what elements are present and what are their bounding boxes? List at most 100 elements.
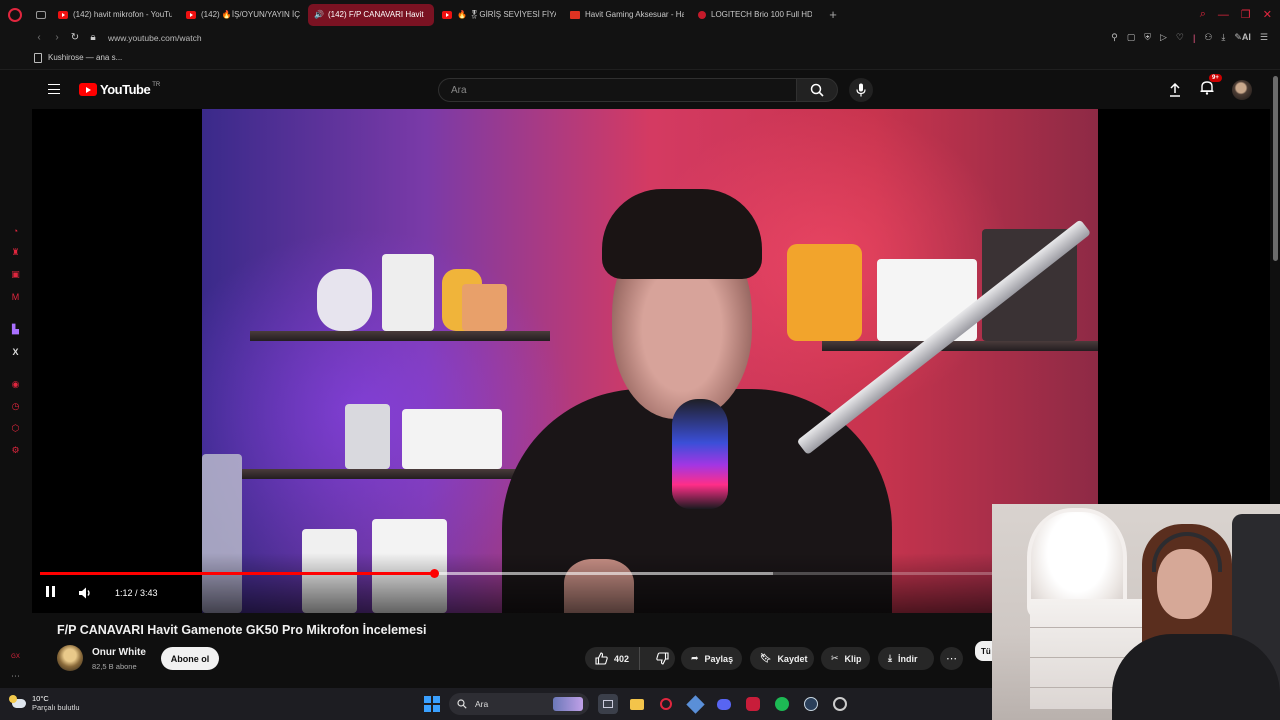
lock-icon: 🔒︎ xyxy=(90,32,96,43)
pause-icon xyxy=(46,584,58,602)
taskbar-search-label: Ara xyxy=(475,699,489,709)
subscriber-count: 82,5 B abone xyxy=(92,662,137,671)
opera-gx-logo-icon[interactable] xyxy=(0,0,30,29)
more-icon[interactable]: ⋯ xyxy=(9,670,22,683)
search-button[interactable] xyxy=(796,78,838,102)
download-button[interactable]: ⤓ İndir xyxy=(878,647,934,670)
browser-tab[interactable]: 🔥 🎖GİRİŞ SEVİYESİ FİYAT xyxy=(436,4,562,26)
hamburger-menu-icon[interactable] xyxy=(48,84,60,94)
account-avatar[interactable] xyxy=(1232,80,1252,100)
x-twitter-icon[interactable]: X xyxy=(9,345,22,358)
dislike-button[interactable] xyxy=(646,647,679,670)
video-frame[interactable] xyxy=(202,109,1098,613)
bell-icon xyxy=(1200,81,1214,95)
window-controls: ⌕ — ❐ ✕ xyxy=(1200,0,1272,29)
streamer-body xyxy=(1112,634,1280,720)
search-tabs-icon[interactable]: ⌕ xyxy=(1200,8,1206,21)
weather-condition: Parçalı bulutlu xyxy=(32,703,80,712)
divider-icon: | xyxy=(1192,32,1196,43)
volume-button[interactable] xyxy=(78,585,94,601)
menu-icon[interactable]: ☰ xyxy=(1260,32,1268,43)
browser-tab[interactable]: LOGITECH Brio 100 Full HD xyxy=(692,4,818,26)
download-label: İndir xyxy=(897,653,918,664)
clip-button[interactable]: ✂ Klip xyxy=(821,647,870,670)
subscribe-button[interactable]: Abone ol xyxy=(161,647,219,670)
rgb-microphone xyxy=(672,399,728,509)
time-display: 1:12 / 3:43 xyxy=(115,588,158,598)
tab-overview-icon[interactable] xyxy=(30,0,52,29)
discord-icon[interactable] xyxy=(714,694,734,714)
product-box xyxy=(382,254,434,331)
logitech-favicon-icon xyxy=(698,10,706,19)
upload-icon[interactable] xyxy=(1168,83,1182,97)
youtube-favicon-icon xyxy=(58,10,68,19)
channel-name[interactable]: Onur White xyxy=(92,647,146,658)
steam-icon[interactable] xyxy=(801,694,821,714)
messenger-icon[interactable]: M xyxy=(9,290,22,303)
extensions-icon[interactable]: ⬡ xyxy=(9,422,22,435)
app-icon[interactable] xyxy=(685,694,705,714)
audio-playing-icon[interactable]: 🔊 xyxy=(314,10,324,19)
reload-icon[interactable]: ↻ xyxy=(66,32,84,43)
youtube-logo[interactable]: YouTube TR xyxy=(79,82,160,97)
pause-button[interactable] xyxy=(46,585,58,601)
gx-store-icon[interactable]: ▣ xyxy=(9,268,22,281)
windows-start-icon[interactable] xyxy=(424,696,440,712)
new-tab-plus-icon[interactable]: + xyxy=(824,6,842,24)
forward-arrow-icon[interactable]: › xyxy=(48,32,66,43)
channel-avatar[interactable] xyxy=(57,645,83,671)
twitch-icon[interactable]: ▙ xyxy=(9,323,22,336)
presenter-hair xyxy=(602,189,762,279)
browser-tab[interactable]: (142) 🔥İŞ/OYUN/YAYIN İÇİN xyxy=(180,4,306,26)
search-icon xyxy=(810,83,824,97)
opera-gx-taskbar-icon[interactable] xyxy=(656,694,676,714)
browser-tab[interactable]: Havit Gaming Aksesuar - Havit xyxy=(564,4,690,26)
app-icon[interactable] xyxy=(743,694,763,714)
youtube-play-icon xyxy=(79,83,97,96)
minimize-icon[interactable]: — xyxy=(1218,9,1229,21)
notifications-button[interactable]: 9+ xyxy=(1200,74,1222,100)
bookmark-item[interactable]: Kushirose — ana s... xyxy=(48,53,122,62)
speed-dial-icon[interactable]: ◔ xyxy=(9,224,22,237)
voice-search-button[interactable] xyxy=(849,78,873,102)
youtube-favicon-icon xyxy=(442,10,452,19)
history-icon[interactable]: ◷ xyxy=(9,400,22,413)
app-icon[interactable] xyxy=(830,694,850,714)
download-icon[interactable]: ⤓ xyxy=(1221,32,1225,43)
share-button[interactable]: ➦ Paylaş xyxy=(681,647,742,670)
snapshot-icon[interactable]: ▢ xyxy=(1127,32,1136,43)
player-icon[interactable]: ◉ xyxy=(9,378,22,391)
like-dislike-group: 402 xyxy=(585,647,675,670)
url-field[interactable]: www.youtube.com/watch xyxy=(108,33,202,43)
search-input[interactable]: Ara xyxy=(438,78,796,102)
play-icon[interactable]: ▷ xyxy=(1160,32,1167,43)
maximize-icon[interactable]: ❐ xyxy=(1241,8,1251,21)
task-view-icon[interactable] xyxy=(598,694,618,714)
heart-icon[interactable]: ♡ xyxy=(1176,32,1184,43)
close-icon[interactable]: ✕ xyxy=(1263,8,1272,21)
address-bar-actions: ⚲ ▢ ⛨ ▷ ♡ | ⚇ ⤓ ✎AI ☰ xyxy=(1111,29,1268,46)
gx-corner-icon[interactable]: ♜ xyxy=(9,246,22,259)
taskbar-search[interactable]: Ara xyxy=(449,693,589,715)
browser-tab[interactable]: (142) havit mikrofon - YouTube xyxy=(52,4,178,26)
more-actions-button[interactable]: ⋯ xyxy=(940,647,963,670)
save-button[interactable]: 🔖︎ Kaydet xyxy=(750,647,814,670)
profile-icon[interactable]: ⚇ xyxy=(1204,32,1212,43)
settings-gear-icon[interactable]: ⚙ xyxy=(9,444,22,457)
like-count: 402 xyxy=(614,653,630,664)
ai-button[interactable]: ✎AI xyxy=(1234,32,1251,43)
shield-icon[interactable]: ⛨ xyxy=(1144,32,1151,43)
tab-title: (142) F/P CANAVARI Havit xyxy=(327,10,424,19)
tab-title: (142) 🔥İŞ/OYUN/YAYIN İÇİN xyxy=(201,10,300,19)
pin-icon[interactable]: ⚲ xyxy=(1111,32,1118,43)
browser-tab-active[interactable]: 🔊 (142) F/P CANAVARI Havit xyxy=(308,3,434,26)
scrollbar-thumb[interactable] xyxy=(1273,76,1278,261)
spotify-icon[interactable] xyxy=(772,694,792,714)
weather-widget[interactable]: 10°C Parçalı bulutlu xyxy=(9,694,80,712)
like-button[interactable]: 402 xyxy=(585,647,641,670)
progress-played xyxy=(40,572,435,575)
thumbs-down-icon xyxy=(656,652,669,665)
back-arrow-icon[interactable]: ‹ xyxy=(30,32,48,43)
notification-badge: 9+ xyxy=(1209,74,1222,82)
file-explorer-icon[interactable] xyxy=(627,694,647,714)
